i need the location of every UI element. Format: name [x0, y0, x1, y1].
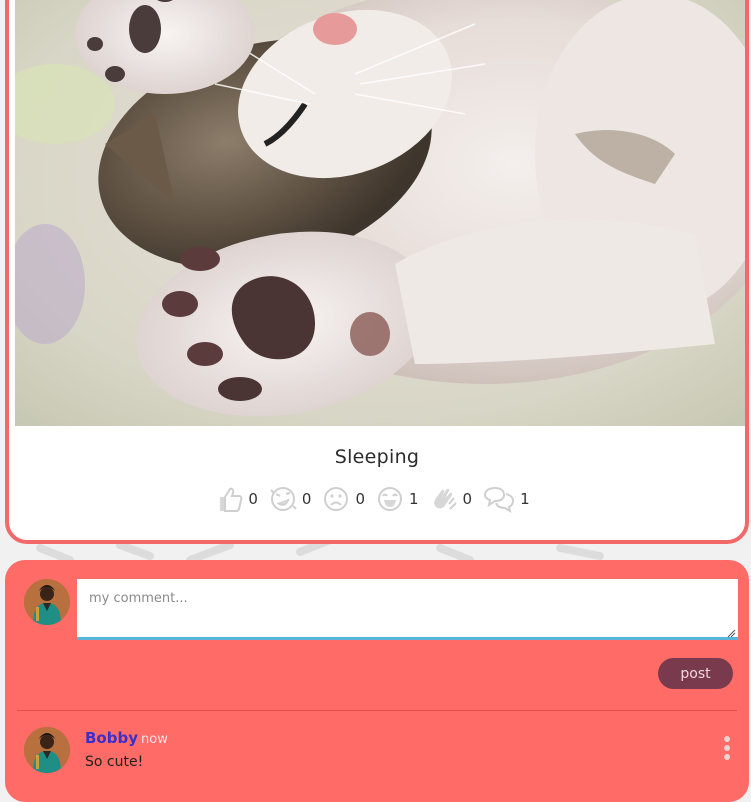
reaction-count: 1: [409, 490, 419, 508]
clapping-hands-icon: [433, 488, 457, 510]
reaction-bar: 0 0 0 1 0 1: [9, 484, 745, 514]
comments-icon: [484, 486, 515, 514]
reaction-count: 0: [248, 490, 258, 508]
comment-text: So cute!: [85, 754, 144, 770]
comment-avatar[interactable]: [24, 727, 70, 773]
reaction-count: 0: [301, 490, 312, 508]
comment-panel: post Bobby now So cute!: [5, 560, 749, 802]
reaction-count: 0: [355, 490, 365, 508]
post-photo: [15, 0, 745, 426]
avatar[interactable]: [24, 579, 70, 625]
reaction-sad[interactable]: 0: [321, 484, 367, 514]
kitten-image: [15, 0, 745, 426]
reaction-count: 1: [520, 490, 530, 508]
reaction-clap[interactable]: 0: [429, 484, 475, 514]
reaction-count: 0: [462, 490, 473, 508]
more-options-icon[interactable]: [721, 734, 733, 762]
comment-input[interactable]: [77, 579, 738, 640]
post-card: Sleeping 0 0 0 1 0 1: [5, 0, 749, 544]
resize-handle-icon[interactable]: [726, 628, 736, 638]
divider: [17, 710, 737, 711]
sad-face-icon: [324, 487, 349, 511]
post-title: Sleeping: [334, 446, 420, 468]
reaction-comments[interactable]: 1: [482, 484, 532, 514]
reaction-laugh[interactable]: 0: [268, 484, 314, 514]
post-button[interactable]: post: [658, 658, 733, 689]
reaction-love[interactable]: 1: [375, 484, 421, 514]
heart-eyes-face-icon: [378, 487, 402, 511]
comment-author[interactable]: Bobby: [85, 729, 138, 747]
reaction-like[interactable]: 0: [214, 484, 260, 514]
thumbs-up-icon: [220, 487, 243, 512]
user-avatar-image: [24, 727, 70, 773]
comment-timestamp: now: [141, 732, 168, 747]
laughing-face-icon: [270, 487, 297, 511]
user-avatar-image: [24, 579, 70, 625]
